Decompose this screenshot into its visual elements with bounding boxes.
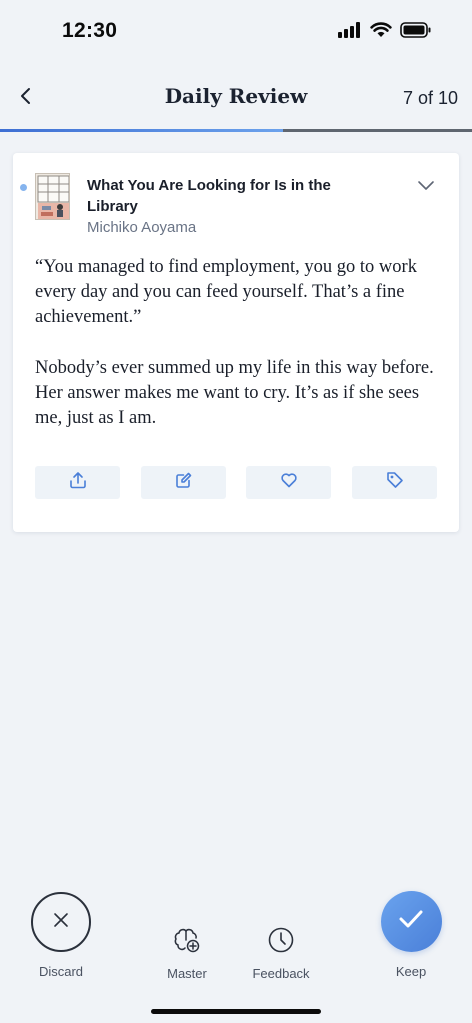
edit-icon xyxy=(174,470,194,495)
keep-circle[interactable] xyxy=(380,891,442,952)
review-action-bar: Discard Master Feedback Keep xyxy=(0,880,472,990)
book-title[interactable]: What You Are Looking for Is in the Libra… xyxy=(87,175,357,217)
status-bar: 12:30 xyxy=(0,0,472,64)
tag-button[interactable] xyxy=(352,466,437,499)
page-title: Daily Review xyxy=(164,84,308,108)
keep-label: Keep xyxy=(395,964,427,979)
note-text: Nobody’s ever summed up my life in this … xyxy=(35,358,434,428)
highlight-card: What You Are Looking for Is in the Libra… xyxy=(13,153,459,532)
card-options-button[interactable] xyxy=(415,178,437,196)
wifi-icon xyxy=(370,22,392,43)
brain-plus-icon xyxy=(171,924,203,956)
status-icons xyxy=(338,22,432,43)
tag-icon xyxy=(385,470,405,495)
checkmark-icon xyxy=(398,909,424,934)
home-indicator xyxy=(151,1009,321,1014)
unread-dot xyxy=(20,184,27,191)
highlight-text: “You managed to find employment, you go … xyxy=(35,257,417,327)
book-cover-image xyxy=(35,173,70,220)
favorite-button[interactable] xyxy=(246,466,331,499)
heart-icon xyxy=(279,470,299,495)
chevron-down-icon xyxy=(417,178,435,196)
discard-button[interactable]: Discard xyxy=(30,880,92,979)
cellular-signal-icon xyxy=(338,22,362,43)
edit-note-button[interactable] xyxy=(141,466,226,499)
share-icon xyxy=(68,470,88,495)
clock-icon xyxy=(265,924,297,956)
master-button[interactable]: Master xyxy=(162,880,212,981)
review-progress-count: 7 of 10 xyxy=(402,88,458,108)
discard-circle[interactable] xyxy=(31,892,91,952)
discard-label: Discard xyxy=(38,964,84,979)
review-progress-fill xyxy=(0,129,284,132)
share-button[interactable] xyxy=(35,466,120,499)
close-icon xyxy=(53,912,69,933)
card-actions xyxy=(35,466,437,499)
battery-icon xyxy=(400,22,432,43)
feedback-button[interactable]: Feedback xyxy=(250,880,312,981)
master-label: Master xyxy=(167,966,207,981)
status-time: 12:30 xyxy=(62,19,118,42)
header: Daily Review 7 of 10 xyxy=(0,64,472,130)
keep-button[interactable]: Keep xyxy=(380,880,442,979)
review-progress-bar xyxy=(0,129,472,132)
book-author: Michiko Aoyama xyxy=(87,219,197,236)
feedback-label: Feedback xyxy=(252,966,310,981)
